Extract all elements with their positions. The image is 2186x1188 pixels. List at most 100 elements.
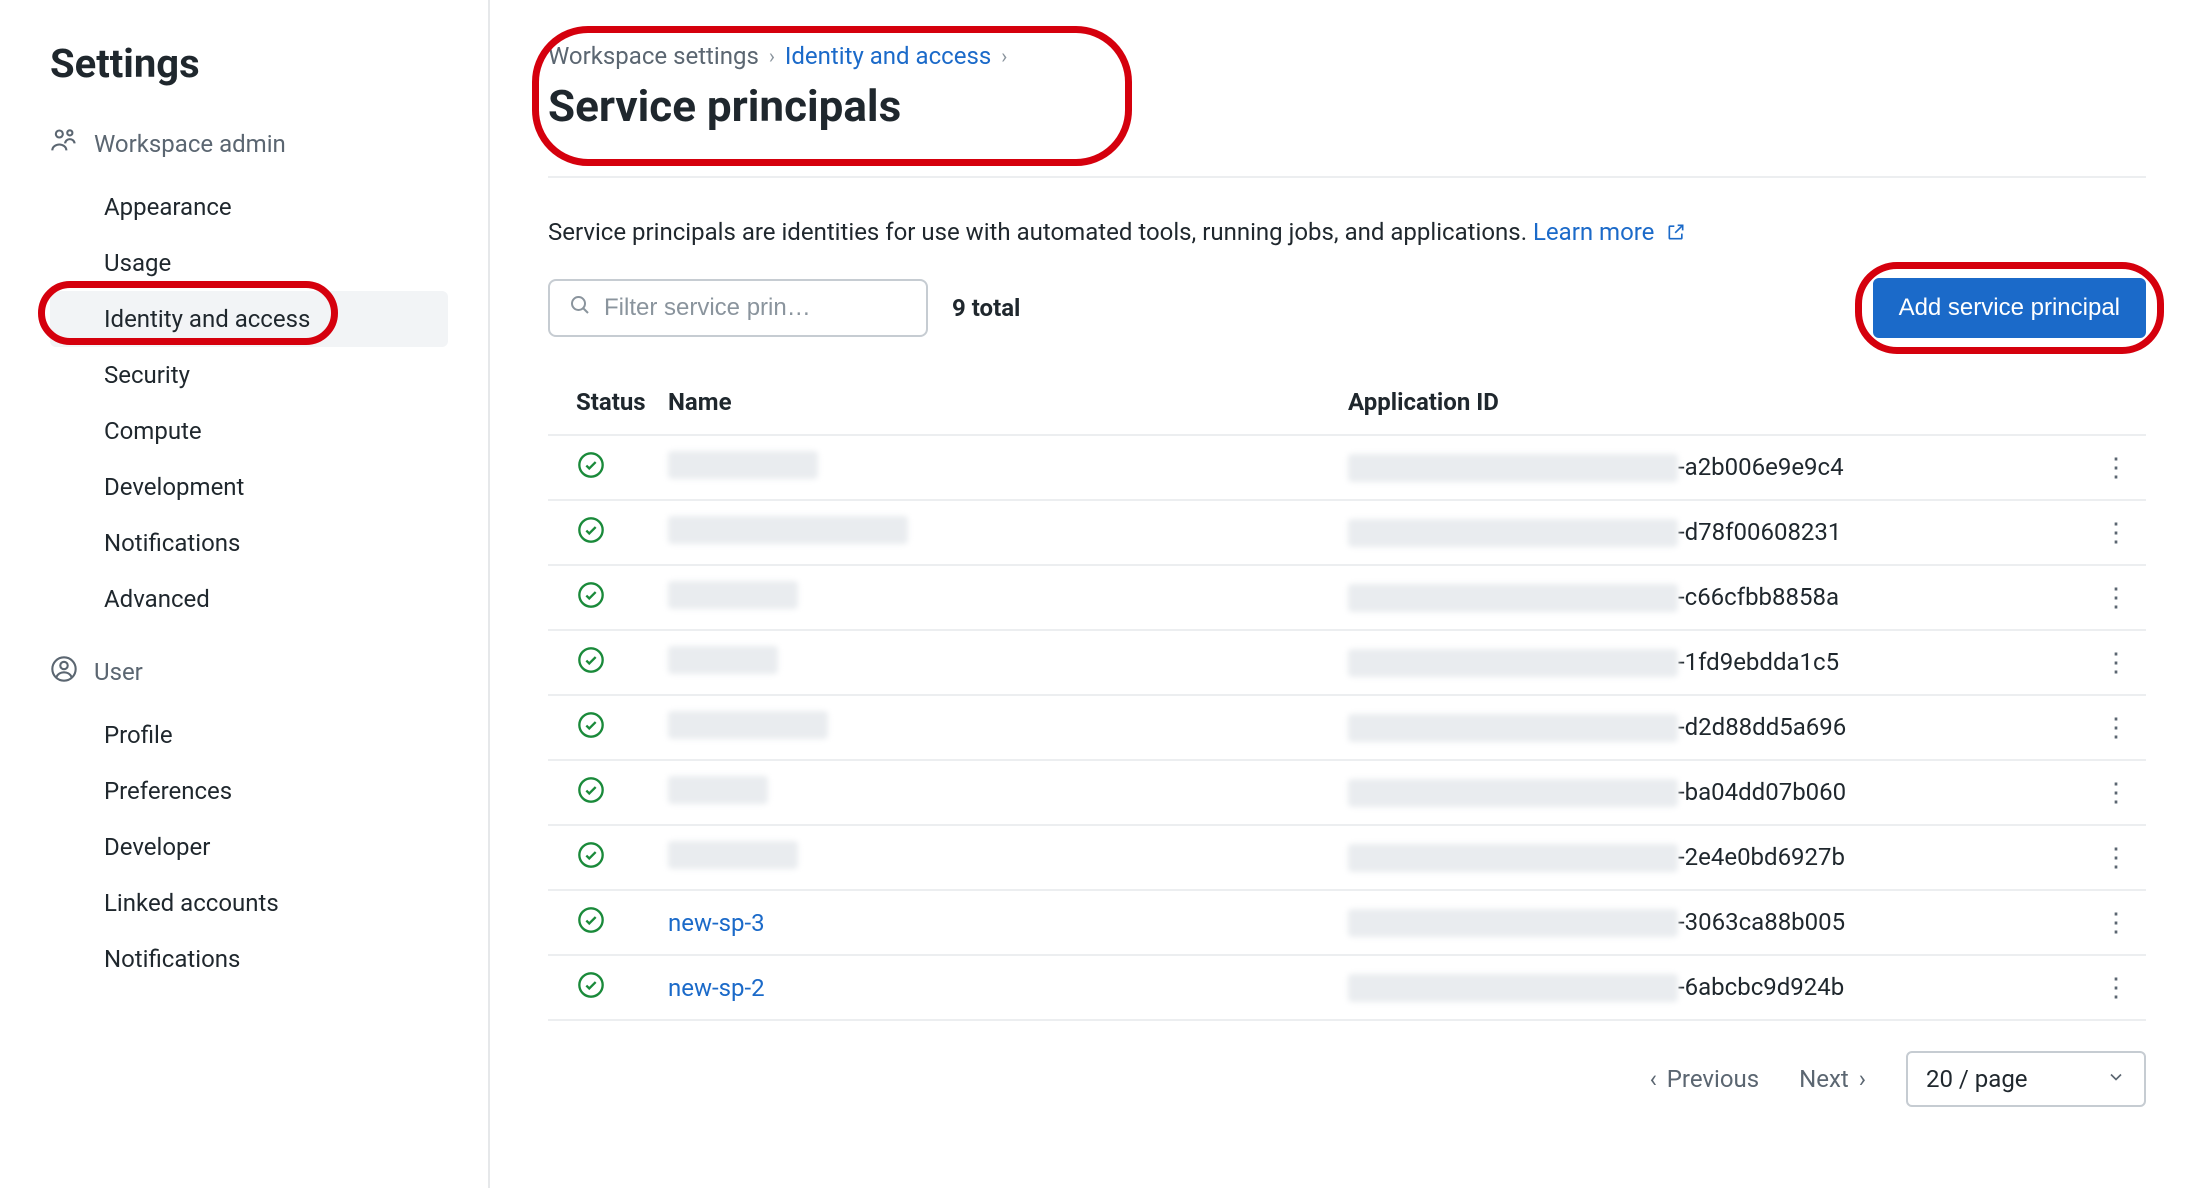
- table-row[interactable]: -2e4e0bd6927b ⋮: [548, 825, 2146, 890]
- name-cell: new-sp-2: [658, 955, 1338, 1020]
- service-principals-table: Status Name Application ID -a2b006e9e9c4…: [548, 374, 2146, 1021]
- application-id-suffix: -ba04dd07b060: [1678, 778, 1846, 806]
- sidebar-item-profile[interactable]: Profile: [50, 707, 448, 763]
- row-actions-menu[interactable]: ⋮: [2103, 648, 2129, 678]
- application-id-cell: -d2d88dd5a696: [1338, 695, 2086, 760]
- total-count: 9 total: [952, 294, 1020, 322]
- section-label: Workspace admin: [94, 130, 286, 158]
- sidebar-item-advanced[interactable]: Advanced: [50, 571, 448, 627]
- breadcrumb: Workspace settings › Identity and access…: [548, 42, 2146, 70]
- application-id-suffix: -d2d88dd5a696: [1678, 713, 1846, 741]
- column-header-application-id[interactable]: Application ID: [1338, 374, 2086, 435]
- add-service-principal-button[interactable]: Add service principal: [1873, 278, 2146, 338]
- status-active-icon: [576, 905, 606, 935]
- next-button[interactable]: Next ›: [1799, 1065, 1866, 1093]
- row-actions-menu[interactable]: ⋮: [2103, 973, 2129, 1003]
- page-size-select[interactable]: 20 / page: [1906, 1051, 2146, 1107]
- row-actions-menu[interactable]: ⋮: [2103, 453, 2129, 483]
- name-cell: new-sp-3: [658, 890, 1338, 955]
- previous-button[interactable]: ‹ Previous: [1650, 1065, 1760, 1093]
- application-id-cell: -a2b006e9e9c4: [1338, 435, 2086, 500]
- status-cell: [548, 695, 658, 760]
- chevron-right-icon: ›: [1001, 44, 1007, 68]
- name-cell: [658, 500, 1338, 565]
- table-row[interactable]: new-sp-2 -6abcbc9d924b ⋮: [548, 955, 2146, 1020]
- column-header-status[interactable]: Status: [548, 374, 658, 435]
- application-id-cell: -ba04dd07b060: [1338, 760, 2086, 825]
- name-cell: [658, 565, 1338, 630]
- table-row[interactable]: -d2d88dd5a696 ⋮: [548, 695, 2146, 760]
- page-title: Service principals: [548, 80, 2146, 132]
- status-active-icon: [576, 840, 606, 870]
- row-actions-menu[interactable]: ⋮: [2103, 713, 2129, 743]
- learn-more-link[interactable]: Learn more: [1533, 218, 1686, 246]
- chevron-left-icon: ‹: [1650, 1065, 1657, 1093]
- status-active-icon: [576, 450, 606, 480]
- sidebar-item-identity-and-access[interactable]: Identity and access: [50, 291, 448, 347]
- application-id-suffix: -c66cfbb8858a: [1678, 583, 1839, 611]
- column-header-name[interactable]: Name: [658, 374, 1338, 435]
- redacted-name: [668, 776, 768, 804]
- redacted-name: [668, 451, 818, 479]
- sidebar-item-notifications[interactable]: Notifications: [50, 515, 448, 571]
- table-row[interactable]: -c66cfbb8858a ⋮: [548, 565, 2146, 630]
- service-principal-link[interactable]: new-sp-2: [668, 974, 765, 1002]
- name-cell: [658, 435, 1338, 500]
- page-header: Workspace settings › Identity and access…: [548, 30, 2146, 152]
- status-active-icon: [576, 515, 606, 545]
- row-actions-menu[interactable]: ⋮: [2103, 583, 2129, 613]
- sidebar-item-appearance[interactable]: Appearance: [50, 179, 448, 235]
- sidebar-item-linked-accounts[interactable]: Linked accounts: [50, 875, 448, 931]
- sidebar-item-developer[interactable]: Developer: [50, 819, 448, 875]
- application-id-cell: -c66cfbb8858a: [1338, 565, 2086, 630]
- section-label: User: [94, 658, 143, 686]
- status-active-icon: [576, 970, 606, 1000]
- sidebar-item-compute[interactable]: Compute: [50, 403, 448, 459]
- status-cell: [548, 760, 658, 825]
- status-cell: [548, 955, 658, 1020]
- redacted-app-id-prefix: [1348, 454, 1678, 482]
- service-principal-link[interactable]: new-sp-3: [668, 909, 765, 937]
- table-row[interactable]: -ba04dd07b060 ⋮: [548, 760, 2146, 825]
- sidebar-title: Settings: [50, 40, 448, 87]
- sidebar-item-development[interactable]: Development: [50, 459, 448, 515]
- name-cell: [658, 630, 1338, 695]
- status-cell: [548, 435, 658, 500]
- sidebar-item-usage[interactable]: Usage: [50, 235, 448, 291]
- redacted-app-id-prefix: [1348, 584, 1678, 612]
- nav-workspace-admin: Appearance Usage Identity and access Sec…: [50, 179, 448, 627]
- application-id-cell: -6abcbc9d924b: [1338, 955, 2086, 1020]
- row-actions-menu[interactable]: ⋮: [2103, 778, 2129, 808]
- filter-input[interactable]: [604, 294, 908, 322]
- breadcrumb-root[interactable]: Workspace settings: [548, 42, 759, 70]
- page-description: Service principals are identities for us…: [548, 218, 2146, 248]
- sidebar-item-notifications-user[interactable]: Notifications: [50, 931, 448, 987]
- row-actions-menu[interactable]: ⋮: [2103, 908, 2129, 938]
- chevron-down-icon: [2106, 1065, 2126, 1093]
- application-id-suffix: -1fd9ebdda1c5: [1678, 648, 1839, 676]
- section-header-workspace-admin: Workspace admin: [50, 127, 448, 161]
- status-cell: [548, 565, 658, 630]
- redacted-app-id-prefix: [1348, 519, 1678, 547]
- redacted-app-id-prefix: [1348, 649, 1678, 677]
- table-row[interactable]: -a2b006e9e9c4 ⋮: [548, 435, 2146, 500]
- redacted-name: [668, 841, 798, 869]
- name-cell: [658, 825, 1338, 890]
- workspace-admin-icon: [50, 127, 78, 161]
- table-row[interactable]: new-sp-3 -3063ca88b005 ⋮: [548, 890, 2146, 955]
- breadcrumb-parent[interactable]: Identity and access: [785, 42, 991, 70]
- row-actions-menu[interactable]: ⋮: [2103, 518, 2129, 548]
- table-row[interactable]: -d78f00608231⋮: [548, 500, 2146, 565]
- table-row[interactable]: -1fd9ebdda1c5 ⋮: [548, 630, 2146, 695]
- sidebar-item-preferences[interactable]: Preferences: [50, 763, 448, 819]
- application-id-suffix: -2e4e0bd6927b: [1678, 843, 1845, 871]
- filter-search[interactable]: [548, 279, 928, 337]
- sidebar-item-security[interactable]: Security: [50, 347, 448, 403]
- row-actions-menu[interactable]: ⋮: [2103, 843, 2129, 873]
- redacted-name: [668, 581, 798, 609]
- redacted-app-id-prefix: [1348, 844, 1678, 872]
- application-id-suffix: -3063ca88b005: [1678, 908, 1845, 936]
- redacted-name: [668, 516, 908, 544]
- application-id-cell: -1fd9ebdda1c5: [1338, 630, 2086, 695]
- pagination: ‹ Previous Next › 20 / page: [548, 1051, 2146, 1107]
